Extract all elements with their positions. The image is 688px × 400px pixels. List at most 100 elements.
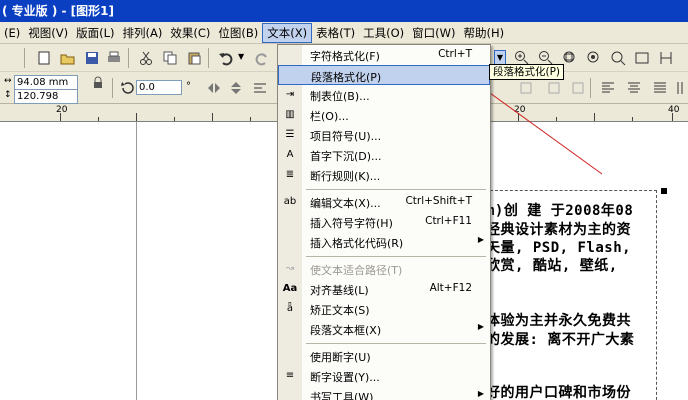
menu-item-paragraph-formatting[interactable]: 段落格式化(P) — [278, 65, 490, 85]
menu-item-align-baseline[interactable]: Aa 对齐基线(L) Alt+F12 — [278, 279, 490, 299]
undo-dropdown-icon[interactable]: ▼ — [238, 52, 244, 61]
menu-item-label: 制表位(B)... — [310, 90, 370, 103]
menu-item-label: 插入格式化代码(R) — [310, 237, 404, 250]
menu-item-label: 段落格式化(P) — [311, 71, 382, 84]
menu-item-shortcut: Alt+F12 — [429, 282, 472, 294]
menu-bitmaps[interactable]: 位图(B) — [214, 23, 262, 43]
zoom-page-icon[interactable] — [610, 50, 626, 66]
height-icon: ↕ — [4, 90, 12, 100]
paste-icon[interactable] — [186, 50, 202, 66]
ruler-tick — [174, 117, 175, 121]
new-document-icon[interactable] — [36, 50, 52, 66]
menu-item-label: 矫正文本(S) — [310, 304, 370, 317]
mirror-vertical-icon[interactable] — [228, 80, 244, 96]
toolbar-separator — [24, 48, 25, 68]
submenu-arrow-icon: ▶ — [477, 389, 484, 398]
menu-item-label: 项目符号(U)... — [310, 130, 382, 143]
menu-effects[interactable]: 效果(C) — [166, 23, 214, 43]
ruler-tick — [212, 113, 213, 121]
lock-ratio-icon[interactable] — [90, 75, 106, 91]
menu-item-tabs[interactable]: ⇥ 制表位(B)... — [278, 85, 490, 105]
menu-item-use-hyphenation[interactable]: 使用断字(U) — [278, 346, 490, 366]
menu-table[interactable]: 表格(T) — [312, 23, 359, 43]
cut-icon[interactable] — [138, 50, 154, 66]
copy-icon[interactable] — [162, 50, 178, 66]
menu-item-insert-symbol[interactable]: 插入符号字符(H) Ctrl+F11 — [278, 212, 490, 232]
doc-text-line: 体验为主并永久免费共 — [486, 313, 631, 329]
menu-item-label: 插入符号字符(H) — [310, 217, 393, 230]
menu-item-label: 对齐基线(L) — [310, 284, 369, 297]
menu-separator — [306, 189, 486, 190]
print-icon[interactable] — [106, 50, 122, 66]
menu-text[interactable]: 文本(X) — [262, 22, 313, 43]
bullets-icon: ☰ — [285, 129, 295, 140]
toolbar-separator — [208, 48, 209, 68]
menu-item-writing-tools[interactable]: 书写工具(W) ▶ — [278, 386, 490, 400]
drop-cap-icon: A — [286, 149, 294, 160]
menu-help[interactable]: 帮助(H) — [459, 23, 508, 43]
straighten-text-icon: ǟ — [286, 303, 294, 314]
ruler-tick — [98, 117, 99, 121]
height-field[interactable]: 120.798 mm — [14, 89, 78, 115]
zoom-height-icon[interactable] — [658, 50, 674, 66]
menu-edit[interactable]: (E) — [0, 23, 24, 43]
align-icon[interactable] — [252, 80, 268, 96]
align-justify-icon[interactable] — [652, 80, 668, 96]
zoom-fit-icon[interactable] — [562, 50, 578, 66]
text-menu-dropdown: 字符格式化(F) Ctrl+T 段落格式化(P) ⇥ 制表位(B)... ▥ 栏… — [277, 44, 491, 400]
width-field[interactable]: 94.08 mm — [14, 75, 78, 90]
ruler-tick — [136, 113, 137, 121]
menu-item-label: 使文本适合路径(T) — [310, 264, 403, 277]
doc-text-line: 矢量, PSD, Flash, — [486, 240, 632, 256]
menu-item-bullets[interactable]: ☰ 项目符号(U)... — [278, 125, 490, 145]
rotation-field[interactable]: 0.0 — [136, 80, 182, 95]
menu-item-paragraph-frame[interactable]: 段落文本框(X) ▶ — [278, 319, 490, 339]
text-direction-icon[interactable] — [674, 80, 688, 96]
align-center-icon[interactable] — [626, 80, 642, 96]
menu-arrange[interactable]: 排列(A) — [118, 23, 166, 43]
save-icon[interactable] — [84, 50, 100, 66]
ruler-label: 20 — [56, 105, 68, 115]
menu-separator — [306, 256, 486, 257]
page-border — [136, 122, 137, 400]
submenu-arrow-icon: ▶ — [477, 322, 484, 331]
menu-item-label: 使用断字(U) — [310, 351, 371, 364]
columns-icon: ▥ — [285, 109, 295, 120]
toolbar-separator — [112, 78, 113, 98]
ruler-tick — [250, 117, 251, 121]
doc-text-line: 欣赏, 酷站, 壁纸, — [486, 258, 618, 274]
menu-item-line-break-rules[interactable]: ≣ 断行规则(K)... — [278, 165, 490, 185]
zoom-selected-icon[interactable] — [586, 50, 602, 66]
zoom-width-icon[interactable] — [634, 50, 650, 66]
width-icon: ↔ — [4, 76, 12, 86]
menu-tools[interactable]: 工具(O) — [359, 23, 408, 43]
menubar: (E) 视图(V) 版面(L) 排列(A) 效果(C) 位图(B) 文本(X) … — [0, 22, 688, 44]
menu-separator — [306, 343, 486, 344]
ruler-label: 40 — [668, 105, 680, 115]
tooltip: 段落格式化(P) — [489, 64, 565, 80]
ruler-tick — [60, 113, 61, 121]
selection-handle[interactable] — [661, 188, 667, 194]
open-icon[interactable] — [60, 50, 76, 66]
doc-text-line: 经典设计素材为主的资 — [486, 222, 631, 238]
menu-item-insert-format-code[interactable]: 插入格式化代码(R) ▶ — [278, 232, 490, 252]
redo-icon[interactable] — [254, 50, 270, 66]
menu-window[interactable]: 窗口(W) — [408, 23, 459, 43]
doc-text-line: 好的用户口碑和市场份 — [486, 385, 631, 400]
menu-view[interactable]: 视图(V) — [24, 23, 72, 43]
menu-item-label: 断行规则(K)... — [310, 170, 381, 183]
menu-item-drop-cap[interactable]: A 首字下沉(D)... — [278, 145, 490, 165]
menu-item-edit-text[interactable]: ab 编辑文本(X)... Ctrl+Shift+T — [278, 192, 490, 212]
menu-item-character-formatting[interactable]: 字符格式化(F) Ctrl+T — [278, 45, 490, 65]
menu-item-columns[interactable]: ▥ 栏(O)... — [278, 105, 490, 125]
menu-layout[interactable]: 版面(L) — [72, 23, 118, 43]
degree-icon: ° — [186, 81, 191, 92]
undo-icon[interactable] — [218, 50, 234, 66]
doc-text-line: 的发展: 离不开广大素 — [486, 332, 635, 348]
menu-item-label: 书写工具(W) — [310, 391, 374, 400]
menu-item-straighten-text[interactable]: ǟ 矫正文本(S) — [278, 299, 490, 319]
menu-item-shortcut: Ctrl+T — [438, 48, 472, 60]
menu-item-hyphenation-settings[interactable]: ≡ 断字设置(Y)... — [278, 366, 490, 386]
mirror-horizontal-icon[interactable] — [206, 80, 222, 96]
menu-item-fit-text-to-path[interactable]: ↝ 使文本适合路径(T) — [278, 259, 490, 279]
